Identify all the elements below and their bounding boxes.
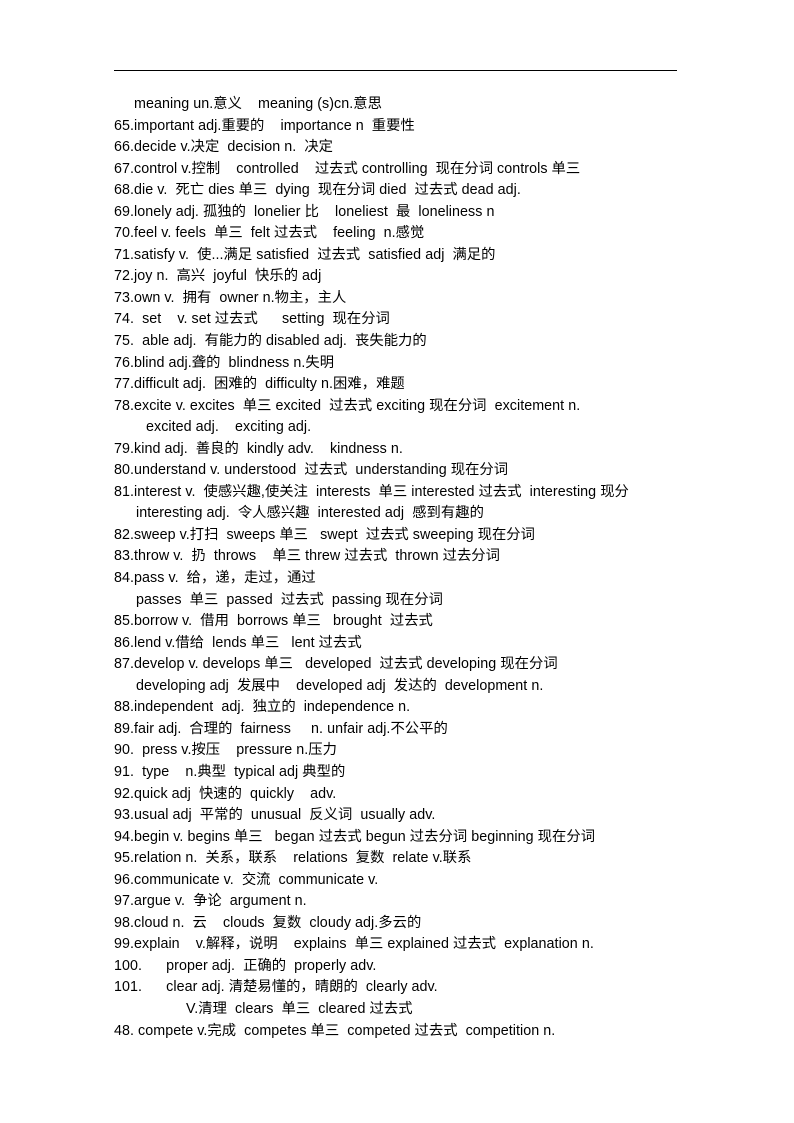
- vocabulary-line: 80.understand v. understood 过去式 understa…: [114, 462, 509, 479]
- vocabulary-line: 99.explain v.解释，说明 explains 单三 explained…: [114, 936, 594, 953]
- vocabulary-line: 92.quick adj 快速的 quickly adv.: [114, 785, 337, 802]
- vocabulary-line: 95.relation n. 关系，联系 relations 复数 relate…: [114, 850, 472, 867]
- vocabulary-line: 71.satisfy v. 使...满足 satisfied 过去式 satis…: [114, 246, 496, 263]
- vocabulary-line: 82.sweep v.打扫 sweeps 单三 swept 过去式 sweepi…: [114, 526, 535, 543]
- vocabulary-line: 94.begin v. begins 单三 began 过去式 begun 过去…: [114, 828, 596, 845]
- vocabulary-line: 89.fair adj. 合理的 fairness n. unfair adj.…: [114, 720, 448, 737]
- vocabulary-line: 78.excite v. excites 单三 excited 过去式 exci…: [114, 397, 581, 414]
- vocabulary-line: 86.lend v.借给 lends 单三 lent 过去式: [114, 634, 362, 651]
- vocabulary-line: 69.lonely adj. 孤独的 lonelier 比 loneliest …: [114, 203, 495, 220]
- vocabulary-line: 93.usual adj 平常的 unusual 反义词 usually adv…: [114, 807, 436, 824]
- vocabulary-line: 90. press v.按压 pressure n.压力: [114, 742, 338, 759]
- vocabulary-line: 98.cloud n. 云 clouds 复数 cloudy adj.多云的: [114, 914, 422, 931]
- vocabulary-line: 83.throw v. 扔 throws 单三 threw 过去式 thrown…: [114, 548, 501, 565]
- vocabulary-line: 97.argue v. 争论 argument n.: [114, 893, 307, 910]
- vocabulary-line: 101. clear adj. 清楚易懂的，晴朗的 clearly adv.: [114, 979, 438, 996]
- vocabulary-line: 88.independent adj. 独立的 independence n.: [114, 699, 411, 716]
- vocabulary-line: excited adj. exciting adj.: [146, 419, 312, 436]
- vocabulary-line: 65.important adj.重要的 importance n 重要性: [114, 117, 415, 134]
- vocabulary-line: 76.blind adj.聋的 blindness n.失明: [114, 354, 335, 371]
- vocabulary-line: 84.pass v. 给，递，走过，通过: [114, 570, 316, 587]
- header-divider: [114, 70, 677, 71]
- vocabulary-line: 72.joy n. 高兴 joyful 快乐的 adj: [114, 268, 322, 285]
- vocabulary-list: meaning un.意义 meaning (s)cn.意思 65.importa…: [114, 94, 684, 1042]
- vocabulary-line: meaning un.意义 meaning (s)cn.意思: [134, 96, 382, 112]
- vocabulary-line: 48. compete v.完成 competes 单三 competed 过去…: [114, 1022, 556, 1039]
- vocabulary-line: 75. able adj. 有能力的 disabled adj. 丧失能力的: [114, 333, 427, 350]
- vocabulary-line: interesting adj. 令人感兴趣 interested adj 感到…: [136, 505, 484, 522]
- document-page: meaning un.意义 meaning (s)cn.意思 65.importa…: [0, 0, 794, 1123]
- vocabulary-line: 81.interest v. 使感兴趣,使关注 interests 单三 int…: [114, 483, 629, 500]
- vocabulary-line: 66.decide v.决定 decision n. 决定: [114, 139, 334, 156]
- vocabulary-line: V.清理 clears 单三 cleared 过去式: [186, 1000, 413, 1017]
- vocabulary-line: 96.communicate v. 交流 communicate v.: [114, 871, 379, 888]
- vocabulary-line: 87.develop v. develops 单三 developed 过去式 …: [114, 656, 558, 673]
- vocabulary-line: passes 单三 passed 过去式 passing 现在分词: [136, 591, 443, 608]
- vocabulary-line: 68.die v. 死亡 dies 单三 dying 现在分词 died 过去式…: [114, 182, 521, 199]
- vocabulary-line: 67.control v.控制 controlled 过去式 controlli…: [114, 160, 581, 177]
- vocabulary-line: developing adj 发展中 developed adj 发达的 dev…: [136, 677, 544, 694]
- vocabulary-line: 73.own v. 拥有 owner n.物主，主人: [114, 289, 347, 306]
- vocabulary-line: 85.borrow v. 借用 borrows 单三 brought 过去式: [114, 613, 433, 630]
- vocabulary-line: 74. set v. set 过去式 setting 现在分词: [114, 311, 390, 328]
- vocabulary-line: 91. type n.典型 typical adj 典型的: [114, 763, 346, 780]
- vocabulary-line: 77.difficult adj. 困难的 difficulty n.困难，难题: [114, 376, 405, 393]
- vocabulary-line: 70.feel v. feels 单三 felt 过去式 feeling n.感…: [114, 225, 425, 242]
- vocabulary-line: 79.kind adj. 善良的 kindly adv. kindness n.: [114, 440, 403, 457]
- vocabulary-line: 100. proper adj. 正确的 properly adv.: [114, 957, 377, 974]
